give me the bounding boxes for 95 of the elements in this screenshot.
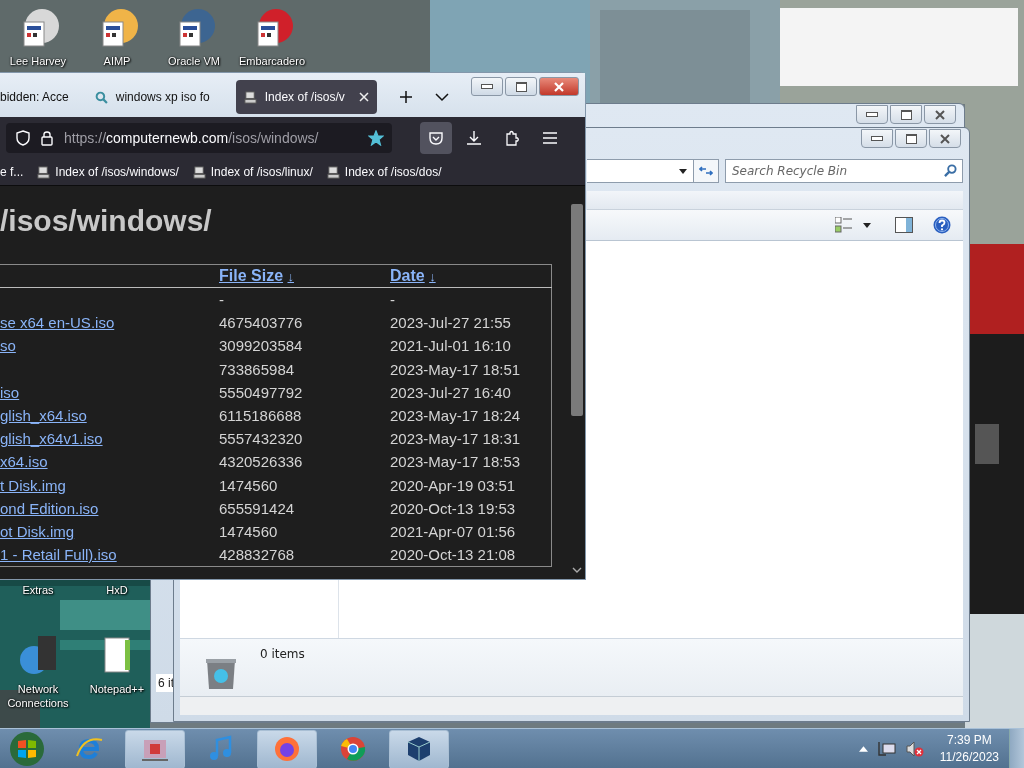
column-sort-link[interactable]: File Size <box>219 267 284 284</box>
minimize-icon <box>866 112 878 117</box>
file-size: 5557432320 <box>219 430 303 448</box>
file-link[interactable]: glish_x64.iso <box>0 407 87 424</box>
column-sort-link[interactable]: Date <box>390 267 425 284</box>
page-heading: /isos/windows/ <box>0 204 213 238</box>
maximize-icon <box>900 109 912 120</box>
close-icon <box>940 133 950 144</box>
maximize-icon <box>905 133 917 144</box>
taskbar-app-button[interactable] <box>125 729 185 768</box>
file-date: 2023-May-17 18:53 <box>390 453 521 471</box>
file-date: 2023-May-17 18:31 <box>390 430 521 448</box>
file-link[interactable]: so <box>0 337 16 355</box>
scrollbar-thumb[interactable] <box>571 204 583 416</box>
file-size: 4320526336 <box>219 453 303 471</box>
url-bar[interactable]: https://computernewb.com/isos/windows/ <box>6 123 392 153</box>
file-size: 733865984 <box>219 360 295 378</box>
taskbar-app-button[interactable] <box>389 729 449 768</box>
file-size: 4675403776 <box>219 314 303 332</box>
file-link[interactable]: se x64 en-US.iso <box>0 314 115 332</box>
pocket-button[interactable] <box>420 122 452 154</box>
bookmark-item[interactable]: Index of /isos/windows/ <box>37 165 179 179</box>
file-date: 2021-Apr-07 01:56 <box>390 523 516 541</box>
bookmark-item[interactable]: e f... <box>0 165 24 179</box>
file-date: 2020-Oct-13 21:08 <box>390 546 516 564</box>
clock-date[interactable]: 11/26/2023 <box>939 749 999 766</box>
file-size: 1474560 <box>219 476 278 494</box>
puzzle-icon <box>504 130 520 146</box>
refresh-button[interactable] <box>693 159 719 183</box>
close-button[interactable] <box>924 105 956 124</box>
file-link[interactable]: 1 - Retail Full).iso <box>0 546 117 564</box>
start-button[interactable] <box>9 731 45 767</box>
file-date: 2023-May-17 18:51 <box>390 360 521 378</box>
file-date: 2023-May-17 18:24 <box>390 407 521 424</box>
bookmark-star-icon[interactable] <box>368 130 384 146</box>
dropdown-caret-icon[interactable] <box>679 168 687 174</box>
minimize-button[interactable] <box>856 105 888 124</box>
file-size: - <box>219 291 224 308</box>
refresh-icon <box>699 165 713 177</box>
search-field[interactable]: Search Recycle Bin <box>725 159 963 183</box>
minimize-icon <box>871 136 883 141</box>
menu-icon <box>542 130 558 146</box>
file-date: 2023-Jul-27 21:55 <box>390 314 511 332</box>
sort-arrow-link[interactable]: ↓ <box>429 269 436 284</box>
maximize-button[interactable] <box>895 129 927 148</box>
chrome-icon <box>338 734 368 764</box>
sort-arrow-link[interactable]: ↓ <box>287 269 294 284</box>
recycle-bin-icon <box>204 657 238 691</box>
file-link[interactable]: t Disk.img <box>0 476 66 494</box>
clock-time[interactable]: 7:39 PM <box>947 732 992 749</box>
download-icon <box>466 130 482 146</box>
file-size: 3099203584 <box>219 337 303 355</box>
url-text[interactable]: https://computernewb.com/isos/windows/ <box>64 130 358 146</box>
close-icon <box>935 109 945 120</box>
preview-pane-icon[interactable] <box>895 217 913 233</box>
network-icon[interactable] <box>877 741 896 757</box>
file-size: 428832768 <box>219 546 295 564</box>
file-size: 655591424 <box>219 499 295 517</box>
file-size: 5550497792 <box>219 383 303 401</box>
maximize-button[interactable] <box>890 105 922 124</box>
volume-icon[interactable] <box>905 741 924 757</box>
file-date: 2023-Jul-27 16:40 <box>390 383 511 401</box>
desktop-icon-label[interactable]: Network Connections <box>2 682 74 710</box>
lock-icon[interactable] <box>40 130 54 146</box>
computer-icon <box>37 165 51 179</box>
help-icon[interactable] <box>933 216 951 234</box>
scroll-down-icon[interactable] <box>572 567 582 573</box>
file-link[interactable]: iso <box>0 383 20 401</box>
file-link[interactable]: ot Disk.img <box>0 523 75 541</box>
minimize-button[interactable] <box>861 129 893 148</box>
desktop-icon-label[interactable]: Extras <box>18 583 58 597</box>
close-button[interactable] <box>929 129 961 148</box>
file-size: 6115186688 <box>219 407 302 424</box>
desktop-icon-label[interactable]: HxD <box>97 583 137 597</box>
view-options-icon[interactable] <box>835 217 853 233</box>
file-date: 2020-Oct-13 19:53 <box>390 499 516 517</box>
show-hidden-icons-icon[interactable] <box>858 746 868 752</box>
file-size: 1474560 <box>219 523 278 541</box>
file-link[interactable]: x64.iso <box>0 453 48 471</box>
file-date: 2020-Apr-19 03:51 <box>390 476 516 494</box>
file-link[interactable]: glish_x64v1.iso <box>0 430 103 448</box>
file-date: - <box>390 291 395 308</box>
dropdown-caret-icon[interactable] <box>863 222 871 228</box>
bookmark-item[interactable]: Index of /isos/dos/ <box>326 165 442 179</box>
shield-icon[interactable] <box>16 130 30 146</box>
search-icon[interactable] <box>944 164 957 177</box>
file-date: 2021-Jul-01 16:10 <box>390 337 511 355</box>
computer-icon <box>192 165 206 179</box>
pocket-icon <box>428 130 444 146</box>
item-count: 0 items <box>260 647 305 661</box>
taskbar-app-button[interactable] <box>257 729 317 768</box>
file-link[interactable]: ond Edition.iso <box>0 499 99 517</box>
bookmark-item[interactable]: Index of /isos/linux/ <box>192 165 313 179</box>
desktop-icon-label[interactable]: Notepad++ <box>89 682 145 696</box>
computer-icon <box>326 165 340 179</box>
